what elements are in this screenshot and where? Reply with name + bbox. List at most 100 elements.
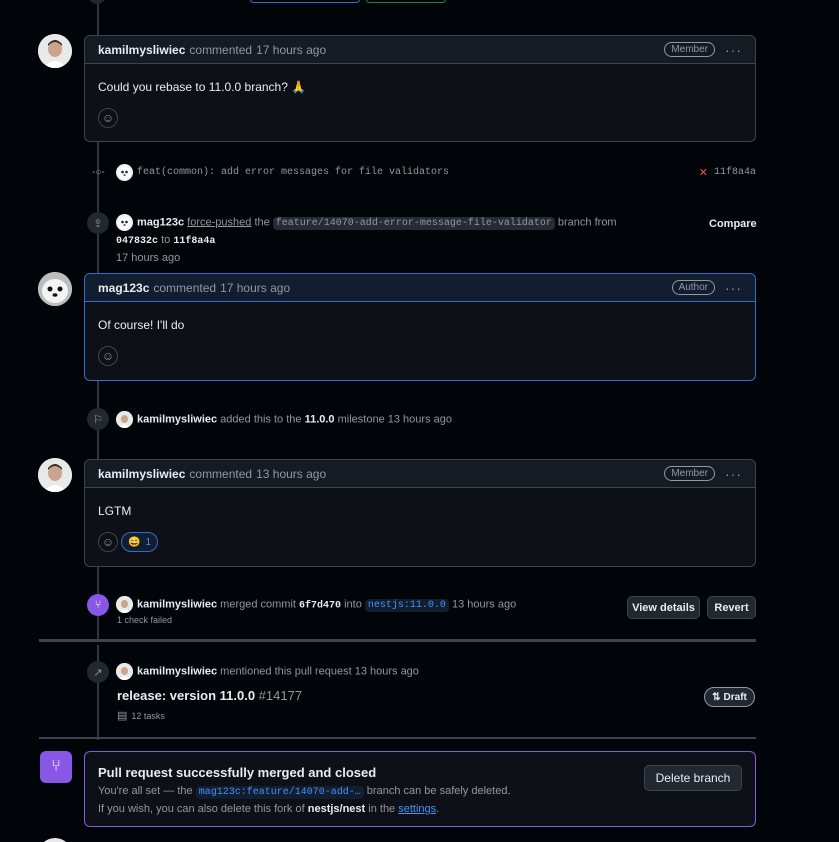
cross-reference-icon: ↗ <box>87 661 109 683</box>
event-time[interactable]: 13 hours ago <box>388 413 452 425</box>
mentioned-pr-title-row: release: version 11.0.0 #14177 <box>117 688 302 703</box>
settings-link[interactable]: settings <box>398 803 436 815</box>
actor-avatar[interactable] <box>116 663 133 680</box>
x-icon[interactable]: ✕ <box>699 166 708 179</box>
kebab-menu-icon[interactable]: ··· <box>725 42 742 58</box>
comment-body: Of course! I'll do <box>98 318 185 332</box>
milestone-link[interactable]: 11.0.0 <box>305 413 335 425</box>
check-status[interactable]: 1 check failed <box>117 615 172 625</box>
reaction-emoji: 😄 <box>128 536 141 548</box>
event-time[interactable]: 13 hours ago <box>355 665 419 677</box>
actor-name[interactable]: mag123c <box>137 216 184 228</box>
comment-author[interactable]: kamilmysliwiec <box>98 467 185 481</box>
clipped-chip-remnant <box>250 0 360 3</box>
force-push-icon: ⇪ <box>87 212 109 234</box>
mention-event: kamilmysliwiec mentioned this pull reque… <box>116 663 419 680</box>
comment-box-author: mag123c commented 17 hours ago Author ··… <box>84 273 756 381</box>
actor-name[interactable]: kamilmysliwiec <box>137 665 217 677</box>
merged-line1-before: You're all set — the <box>98 785 193 797</box>
event-time[interactable]: 13 hours ago <box>452 598 516 610</box>
merged-status-icon: ⑂ <box>40 751 72 783</box>
text-merged: merged commit <box>220 598 296 611</box>
comment-action: commented <box>189 42 253 57</box>
repo-name: nestjs/nest <box>307 803 366 815</box>
commit-sha[interactable]: 11f8a4a <box>714 167 756 178</box>
delete-branch-button[interactable]: Delete branch <box>644 765 742 791</box>
comment-action: commented <box>189 466 253 481</box>
draft-badge: ⇅ Draft <box>704 687 755 707</box>
comment-time[interactable]: 17 hours ago <box>220 281 290 295</box>
add-reaction-button[interactable]: ☺ <box>98 346 118 366</box>
comment-header: kamilmysliwiec commented 13 hours ago Me… <box>85 460 755 488</box>
actor-avatar[interactable] <box>116 214 133 231</box>
merged-line1-after: branch can be safely deleted. <box>366 785 511 797</box>
merge-icon: ⑂ <box>87 594 109 616</box>
avatar[interactable] <box>38 838 72 842</box>
tasklist-icon: ▤ <box>117 710 128 722</box>
target-branch-chip[interactable]: nestjs:11.0.0 <box>364 599 449 613</box>
merged-line2-before: If you wish, you can also delete this fo… <box>98 803 305 815</box>
comment-body: Could you rebase to 11.0.0 branch? 🙏 <box>98 80 307 94</box>
mention-text: mentioned this pull request <box>220 665 352 678</box>
comment-time[interactable]: 17 hours ago <box>256 43 326 57</box>
clipped-chip-remnant-green <box>366 0 446 3</box>
text-to: to <box>161 234 171 247</box>
mentioned-pr-number[interactable]: #14177 <box>259 688 302 703</box>
timeline-divider <box>39 737 756 739</box>
force-push-event: mag123c force-pushed the feature/14070-a… <box>116 214 636 267</box>
add-reaction-button[interactable]: ☺ <box>98 108 118 128</box>
actor-avatar[interactable] <box>116 411 133 428</box>
comment-author[interactable]: mag123c <box>98 281 149 295</box>
draft-pr-icon: ⇅ <box>712 691 721 703</box>
from-sha[interactable]: 047832c <box>116 236 158 247</box>
actor-avatar[interactable] <box>116 596 133 613</box>
merged-box: Pull request successfully merged and clo… <box>84 751 756 827</box>
add-reaction-button[interactable]: ☺ <box>98 532 118 552</box>
text-milestone: milestone <box>337 413 385 426</box>
commit-message[interactable]: feat(common): add error messages for fil… <box>137 167 449 178</box>
role-badge: Member <box>664 42 715 57</box>
merge-commit-sha[interactable]: 6f7d470 <box>299 600 341 611</box>
draft-label: Draft <box>723 691 747 703</box>
merged-line-2: If you wish, you can also delete this fo… <box>98 801 439 818</box>
actor-name[interactable]: kamilmysliwiec <box>137 598 217 610</box>
text-into: into <box>344 598 362 611</box>
comment-body: LGTM <box>98 504 132 518</box>
force-pushed-link[interactable]: force-pushed <box>187 216 251 228</box>
reaction-count: 1 <box>145 536 152 548</box>
timeline-divider <box>39 639 756 642</box>
revert-button[interactable]: Revert <box>707 596 756 619</box>
avatar[interactable] <box>38 272 72 306</box>
view-details-button[interactable]: View details <box>627 596 700 619</box>
comment-author[interactable]: kamilmysliwiec <box>98 43 185 57</box>
milestone-icon: ⚐ <box>87 408 109 430</box>
to-sha[interactable]: 11f8a4a <box>173 236 215 247</box>
compare-button[interactable]: Compare <box>709 218 757 230</box>
comment-action: commented <box>153 280 217 295</box>
comment-box: kamilmysliwiec commented 13 hours ago Me… <box>84 459 756 567</box>
branch-chip[interactable]: feature/14070-add-error-message-file-val… <box>272 217 555 231</box>
avatar[interactable] <box>38 34 72 68</box>
text-added: added this to the <box>220 413 302 426</box>
mentioned-pr-title[interactable]: release: version 11.0.0 <box>117 688 255 703</box>
kebab-menu-icon[interactable]: ··· <box>725 280 742 296</box>
role-badge: Author <box>671 280 715 295</box>
reaction-pill[interactable]: 😄 1 <box>121 532 159 552</box>
text-the: the <box>254 216 270 229</box>
comment-header: kamilmysliwiec commented 17 hours ago Me… <box>85 36 755 64</box>
actor-name[interactable]: kamilmysliwiec <box>137 413 217 425</box>
comment-box: kamilmysliwiec commented 17 hours ago Me… <box>84 35 756 142</box>
avatar[interactable] <box>38 458 72 492</box>
role-badge: Member <box>664 466 715 481</box>
merged-line-1: You're all set — the mag123c:feature/140… <box>98 783 511 801</box>
comment-time[interactable]: 13 hours ago <box>256 467 326 481</box>
merged-branch-chip[interactable]: mag123c:feature/14070-add-… <box>195 786 364 799</box>
kebab-menu-icon[interactable]: ··· <box>725 466 742 482</box>
milestone-event: kamilmysliwiec added this to the 11.0.0 … <box>116 411 452 428</box>
commit-avatar[interactable] <box>116 163 133 181</box>
merged-title: Pull request successfully merged and clo… <box>98 765 377 780</box>
event-time[interactable]: 17 hours ago <box>116 252 180 264</box>
merged-line2-mid: in the <box>368 803 396 815</box>
clipped-event-remnant <box>88 0 106 4</box>
merge-event: kamilmysliwiec merged commit 6f7d470 int… <box>116 596 516 614</box>
